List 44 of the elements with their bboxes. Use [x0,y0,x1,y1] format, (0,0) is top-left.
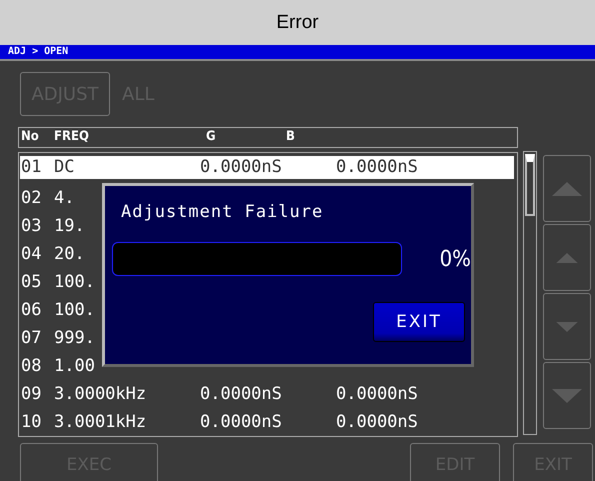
down-triangle-icon [556,322,578,332]
frequency-cell-text: 3.0001kHz [54,411,146,434]
table-row[interactable]: 09 3.0000kHz 0.0000nS 0.0000nS [20,380,514,408]
b-value-cell: 0.0000nS [336,156,418,179]
frequency-cell-text: 19. [54,215,85,238]
frequency-cell-text: 100. [54,299,95,322]
dialog-message: Adjustment Failure [121,202,324,222]
b-value-cell-text: 0.0000nS [336,383,418,406]
down-triangle-icon [552,388,582,402]
column-header: FREQ [54,129,89,144]
frequency-cell-text: 4. [54,187,74,210]
frequency-cell-text: 1.00 [54,355,95,378]
progress-percent: 0% [440,246,471,272]
scroll-thumb[interactable] [525,154,535,216]
row-number: 07 [21,327,42,350]
frequency-cell-text: 999. [54,327,95,350]
b-value-cell-text: 0.0000nS [336,411,418,434]
up-triangle-icon [556,252,578,262]
column-header: B [286,129,295,144]
frequency-cell-text: 20. [54,243,85,266]
table-row[interactable]: 10 3.0001kHz 0.0000nS 0.0000nS [20,408,514,436]
column-header: No [21,129,39,144]
g-value-cell-text: 0.0000nS [200,411,282,434]
g-value-cell-text: 0.0000nS [200,383,282,406]
column-header: G [206,129,216,144]
breadcrumb: ADJ > OPEN [8,46,68,57]
up-triangle-icon [552,182,582,196]
scroll-bar[interactable] [523,151,537,435]
g-value-cell: 0.0000nS [200,156,282,179]
table-row[interactable]: 01 DC 0.0000nS 0.0000nS [20,156,514,179]
row-number: 08 [21,355,42,378]
row-number: 05 [21,271,42,294]
row-number: 10 [21,411,42,434]
frequency-cell-text: 3.0000kHz [54,383,146,406]
row-number: 06 [21,299,42,322]
window-title: Error [276,12,319,34]
row-number: 02 [21,187,42,210]
row-number: 04 [21,243,42,266]
row-number: 01 [21,156,42,179]
exit-button[interactable]: EXIT [373,302,465,342]
frequency-cell-text: 100. [54,271,95,294]
row-number: 09 [21,383,42,406]
frequency-cell: DC [54,156,74,179]
row-number: 03 [21,215,42,238]
